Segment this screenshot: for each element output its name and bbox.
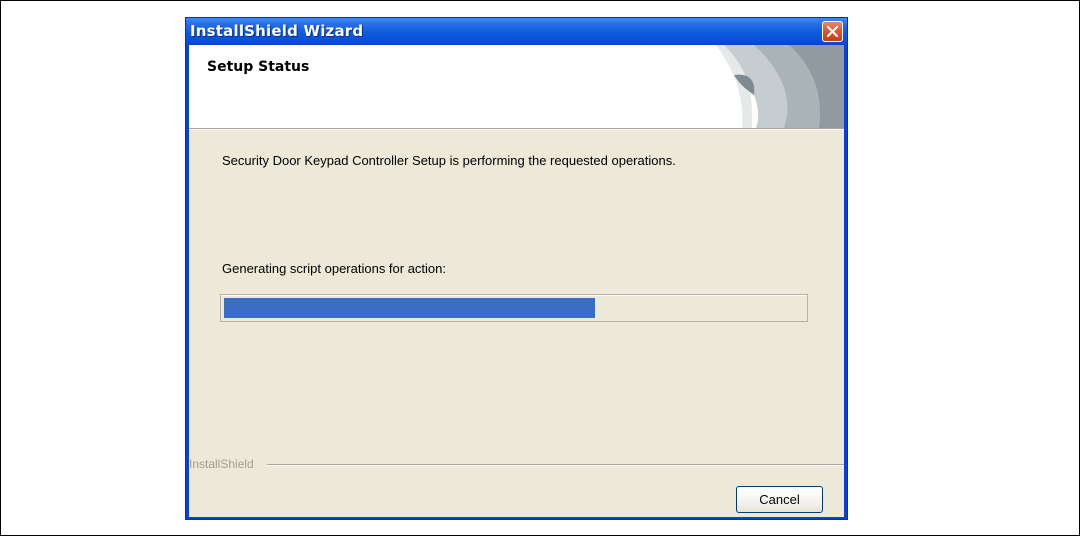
status-description: Security Door Keypad Controller Setup is…: [222, 153, 676, 168]
close-button[interactable]: [822, 21, 843, 42]
dialog-client-area: Setup Status Security Door Keypad Contro…: [189, 45, 844, 517]
progress-bar-fill: [224, 298, 595, 318]
installshield-brand-label: InstallShield: [189, 457, 258, 471]
dialog-header: Setup Status: [189, 45, 844, 128]
window-title: InstallShield Wizard: [190, 22, 364, 40]
progress-bar: [220, 294, 808, 322]
title-bar[interactable]: InstallShield Wizard: [186, 18, 847, 45]
brand-divider: [267, 464, 844, 466]
cancel-button[interactable]: Cancel: [736, 486, 823, 513]
installshield-logo-graphic: [716, 45, 844, 128]
installshield-window: InstallShield Wizard Setup Status Securi…: [185, 17, 848, 520]
page-title: Setup Status: [207, 59, 310, 75]
brand-divider-row: InstallShield: [189, 457, 844, 471]
close-icon: [826, 25, 839, 38]
action-label: Generating script operations for action:: [222, 261, 447, 276]
header-divider: [189, 128, 844, 130]
